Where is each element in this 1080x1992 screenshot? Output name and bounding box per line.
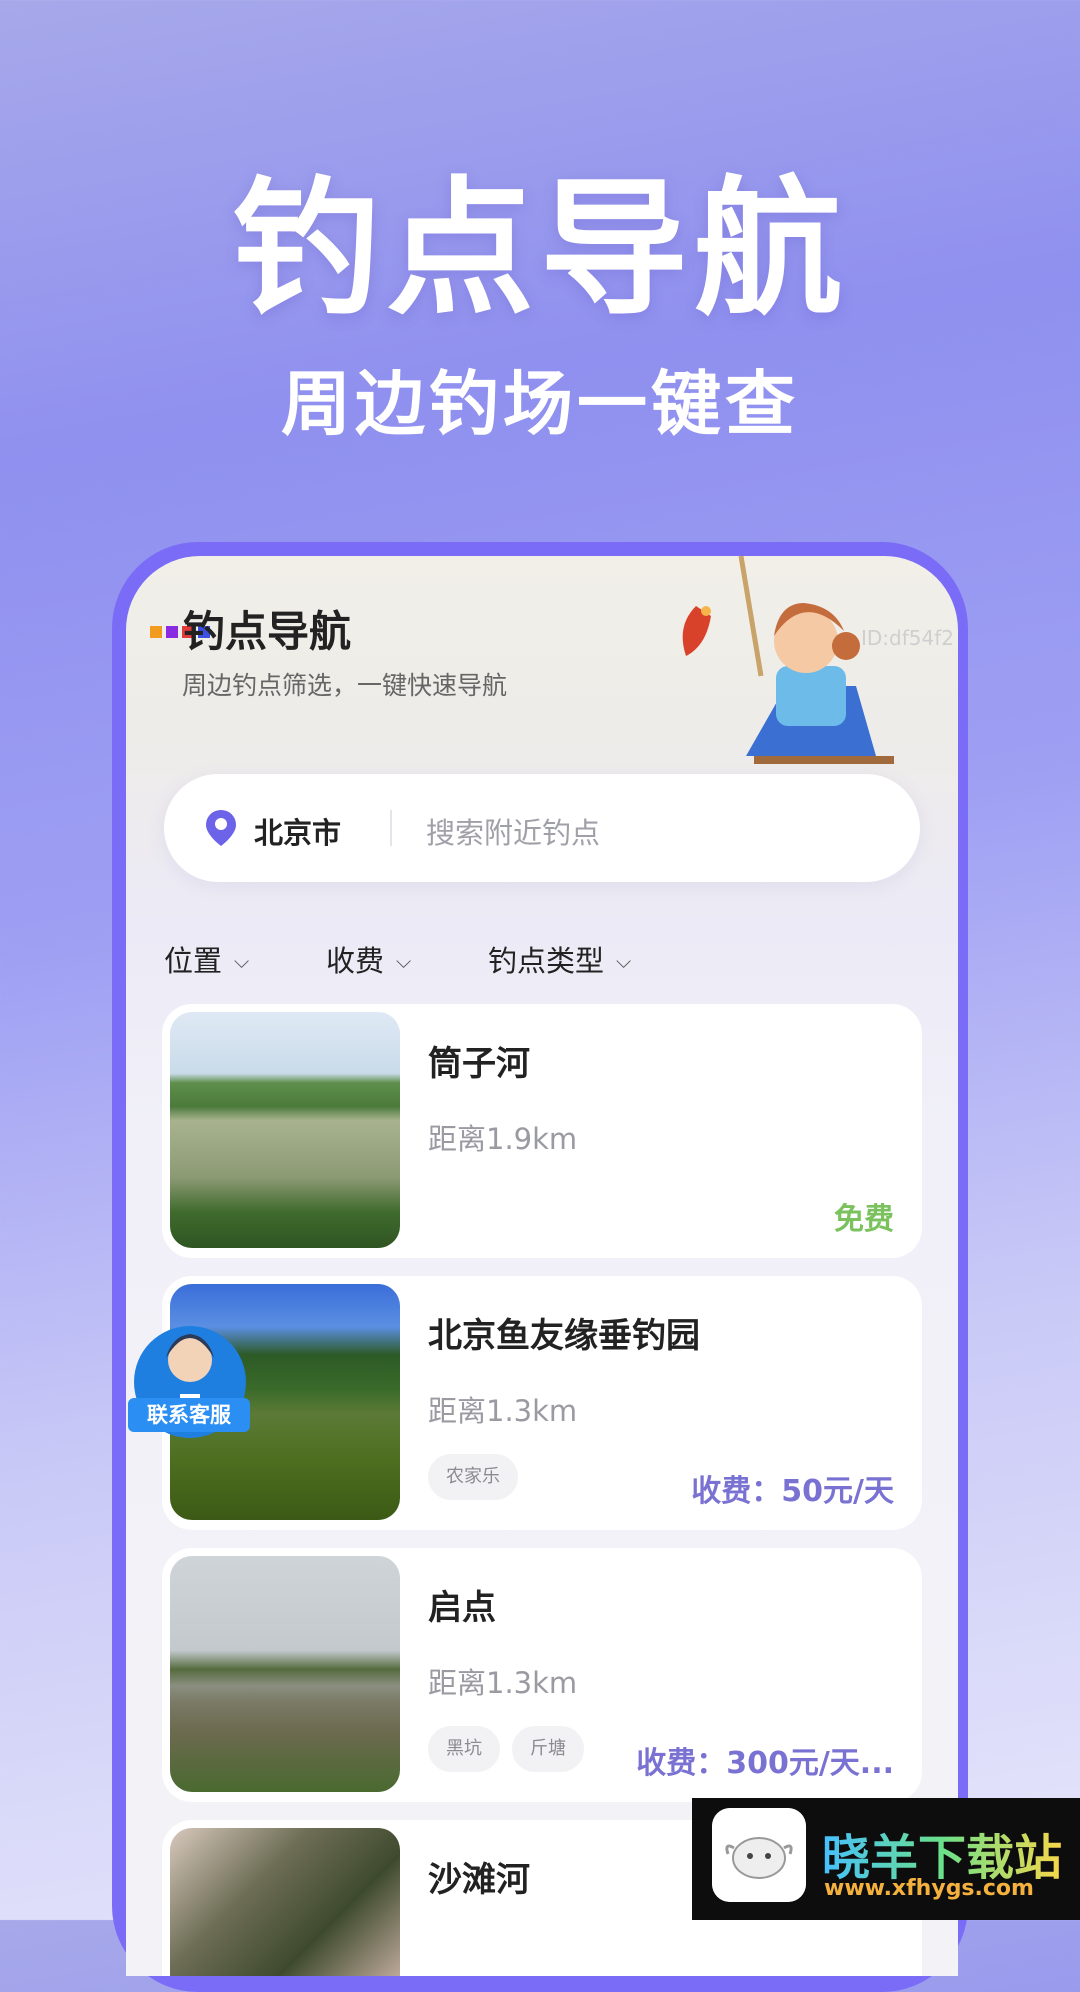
search-bar[interactable]: 北京市 搜索附近钓点 <box>164 774 920 882</box>
filter-spot-type[interactable]: 钓点类型 ⌵ <box>488 938 631 980</box>
spot-name: 筒子河 <box>428 1044 530 1084</box>
location-pin-icon[interactable] <box>206 810 236 846</box>
spot-photo <box>170 1556 400 1792</box>
spot-distance: 距离1.3km <box>428 1394 578 1428</box>
chevron-down-icon: ⌵ <box>234 949 250 973</box>
spot-name: 沙滩河 <box>428 1860 530 1900</box>
chevron-down-icon: ⌵ <box>396 949 412 973</box>
city-selector[interactable]: 北京市 <box>254 810 341 852</box>
filter-fee-label: 收费 <box>326 944 385 978</box>
filter-location[interactable]: 位置 ⌵ <box>164 938 249 980</box>
spot-name: 北京鱼友缘垂钓园 <box>428 1316 700 1356</box>
app-screen: 钓点导航 周边钓点筛选，一键快速导航 ID:df54f2 北京市 搜索附近钓点 … <box>126 556 958 1976</box>
promo-subtitle: 周边钓场一键查 <box>281 363 799 445</box>
search-input[interactable]: 搜索附近钓点 <box>426 810 600 852</box>
spot-tag: 斤塘 <box>512 1726 584 1772</box>
spot-card[interactable]: 启点 距离1.3km 黑坑 斤塘 收费：300元/天... <box>162 1548 922 1802</box>
filter-location-label: 位置 <box>164 944 223 978</box>
chevron-down-icon: ⌵ <box>616 949 632 973</box>
spot-card[interactable]: 筒子河 距离1.9km 免费 <box>162 1004 922 1258</box>
app-subtitle: 周边钓点筛选，一键快速导航 <box>182 671 508 700</box>
spot-tag: 黑坑 <box>428 1726 500 1772</box>
spot-photo <box>170 1828 400 1976</box>
spot-price: 收费：50元/天 <box>691 1474 894 1509</box>
spot-card[interactable]: 北京鱼友缘垂钓园 距离1.3km 农家乐 收费：50元/天 <box>162 1276 922 1530</box>
spot-distance: 距离1.3km <box>428 1666 578 1700</box>
spot-price: 收费：300元/天... <box>636 1746 894 1781</box>
spot-tag: 农家乐 <box>428 1454 518 1500</box>
filter-fee[interactable]: 收费 ⌵ <box>326 938 411 980</box>
sheep-logo-icon <box>712 1808 806 1902</box>
spot-photo <box>170 1012 400 1248</box>
spot-price: 免费 <box>834 1202 894 1237</box>
contact-service-button[interactable]: 联系客服 <box>128 1398 250 1432</box>
fishing-girl-illustration <box>682 556 894 764</box>
promo-title: 钓点导航 <box>232 163 848 335</box>
search-divider <box>390 810 392 846</box>
spot-distance: 距离1.9km <box>428 1122 578 1156</box>
site-url: www.xfhygs.com <box>824 1876 1034 1901</box>
spot-name: 启点 <box>428 1588 496 1628</box>
app-title: 钓点导航 <box>183 607 352 656</box>
filter-spot-type-label: 钓点类型 <box>488 944 605 978</box>
site-watermark: 晓羊下载站 www.xfhygs.com <box>692 1798 1080 1920</box>
